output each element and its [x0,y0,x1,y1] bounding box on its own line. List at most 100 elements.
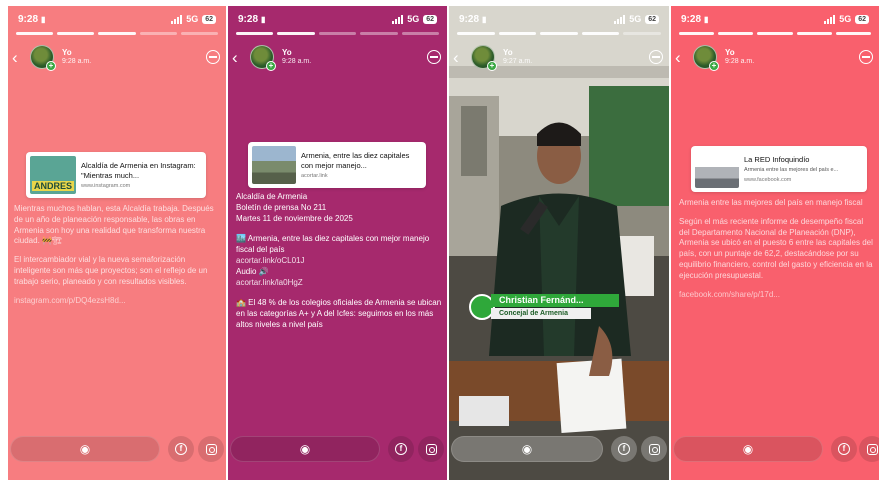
facebook-icon: f [175,443,187,455]
story-4: 9:28 ▮ 5G 62 ‹ + Yo 9:28 a.m. La RED Info… [671,6,879,480]
facebook-icon: f [618,443,630,455]
link-preview-card[interactable]: La RED Infoquindío Armenia entre las mej… [691,146,867,192]
bulletin-link-1[interactable]: acortar.link/oCL01J [236,256,442,267]
story-header: ‹ + Yo 9:27 a.m. [453,40,663,74]
story-progress [16,32,219,35]
back-icon[interactable]: ‹ [453,49,467,66]
battery-icon: 62 [202,14,216,24]
story-footer: ◉ f [671,436,879,462]
link-preview-card[interactable]: Armenia, entre las diez capitales con me… [248,142,426,188]
facebook-button[interactable]: f [388,436,414,462]
avatar[interactable]: + [250,45,276,71]
press-line-1: Alcaldía de Armenia [236,192,308,201]
signal-icon [614,14,626,24]
link-thumbnail [252,146,296,184]
facebook-button[interactable]: f [611,436,637,462]
status-bar: 9:28 ▮ 5G 62 [238,12,437,26]
story-text: Según el más reciente informe de desempe… [679,216,873,280]
lock-icon: ▮ [704,14,709,24]
link-url: www.facebook.com [744,176,792,183]
facebook-button[interactable]: f [831,436,857,462]
story-progress [457,32,661,35]
more-options-icon[interactable] [427,50,441,64]
eye-icon: ◉ [299,442,311,456]
story-photo [449,6,669,480]
story-progress [236,32,440,35]
instagram-icon [648,443,660,455]
back-icon[interactable]: ‹ [232,49,246,66]
eye-icon: ◉ [521,442,533,456]
viewers-bar[interactable]: ◉ [230,436,380,462]
account-name: Yo [503,47,513,57]
story-footer: ◉ f [228,436,447,462]
account-name: Yo [62,47,72,57]
viewers-bar[interactable]: ◉ [10,436,160,462]
clock: 9:28 [18,13,39,25]
story-1: 9:28 ▮ 5G 62 ‹ + Yo 9:28 a.m. ANDRES Alca… [8,6,226,480]
story-link[interactable]: instagram.com/p/DQ4ezsH8d... [14,296,222,307]
clock: 9:28 [238,13,259,25]
story-footer: ◉ f [8,436,226,462]
instagram-button[interactable] [418,436,444,462]
link-title: La RED Infoquindío [744,155,810,165]
back-icon[interactable]: ‹ [675,49,689,66]
name-tag: Christian Fernánd... Concejal de Armenia [469,290,625,326]
lock-icon: ▮ [41,14,46,24]
facebook-icon: f [838,443,850,455]
lock-icon: ▮ [261,14,266,24]
story-header: ‹ + Yo 9:28 a.m. [675,40,873,74]
instagram-button[interactable] [198,436,224,462]
more-options-icon[interactable] [206,50,220,64]
battery-icon: 62 [855,14,869,24]
post-time: 9:28 a.m. [725,57,755,65]
link-thumbnail: ANDRES [30,156,76,194]
network-label: 5G [186,14,199,24]
story-progress [679,32,872,35]
eye-icon: ◉ [79,442,91,456]
link-description: Armenia entre las mejores del país e... [744,166,839,173]
story-footer: ◉ f [449,436,669,462]
story-2: 9:28 ▮ 5G 62 ‹ + Yo 9:28 a.m. Armenia, en… [228,6,447,480]
link-preview-card[interactable]: ANDRES Alcaldía de Armenia en Instagram:… [26,152,206,198]
lock-icon: ▮ [482,14,487,24]
story-3: 9:28 ▮ 5G 62 ‹ + Yo 9:27 a.m. Christian F… [449,6,669,480]
instagram-button[interactable] [859,436,879,462]
name-tag-name: Christian Fernánd... [491,294,619,307]
facebook-icon: f [395,443,407,455]
signal-icon [392,14,404,24]
story-link[interactable]: facebook.com/share/p/17d... [679,290,875,301]
instagram-icon [425,443,437,455]
avatar[interactable]: + [30,45,56,71]
back-icon[interactable]: ‹ [12,49,26,66]
thumbnail-label: ANDRES [32,181,75,191]
bulletin-item-1: 🏙️ Armenia, entre las diez capitales con… [236,234,430,255]
account-name: Yo [282,47,292,57]
post-time: 9:27 a.m. [503,57,533,65]
link-title: Alcaldía de Armenia en Instagram: "Mient… [81,160,196,180]
link-thumbnail [695,150,739,188]
more-options-icon[interactable] [649,50,663,64]
story-headline: Armenia entre las mejores del país en ma… [679,198,863,207]
story-text-1: Mientras muchos hablan, esta Alcaldía tr… [14,204,214,246]
clock: 9:28 [681,13,702,25]
bulletin-link-2[interactable]: acortar.link/la0HgZ [236,278,442,289]
viewers-bar[interactable]: ◉ [673,436,823,462]
story-header: ‹ + Yo 9:28 a.m. [232,40,441,74]
press-line-2: Boletín de prensa No 211 [236,202,327,212]
battery-icon: 62 [423,14,437,24]
facebook-button[interactable]: f [168,436,194,462]
status-bar: 9:28 ▮ 5G 62 [459,12,659,26]
link-title: Armenia, entre las diez capitales con me… [301,150,410,170]
network-label: 5G [839,14,852,24]
avatar[interactable]: + [471,45,497,71]
bulletin-item-2: 🏫 El 48 % de los colegios oficiales de A… [236,298,442,329]
instagram-button[interactable] [641,436,667,462]
more-options-icon[interactable] [859,50,873,64]
audio-label: Audio 🔊 [236,266,269,276]
battery-icon: 62 [645,14,659,24]
instagram-icon [866,443,878,455]
eye-icon: ◉ [742,442,754,456]
avatar[interactable]: + [693,45,719,71]
status-bar: 9:28 ▮ 5G 62 [18,12,216,26]
viewers-bar[interactable]: ◉ [451,436,603,462]
